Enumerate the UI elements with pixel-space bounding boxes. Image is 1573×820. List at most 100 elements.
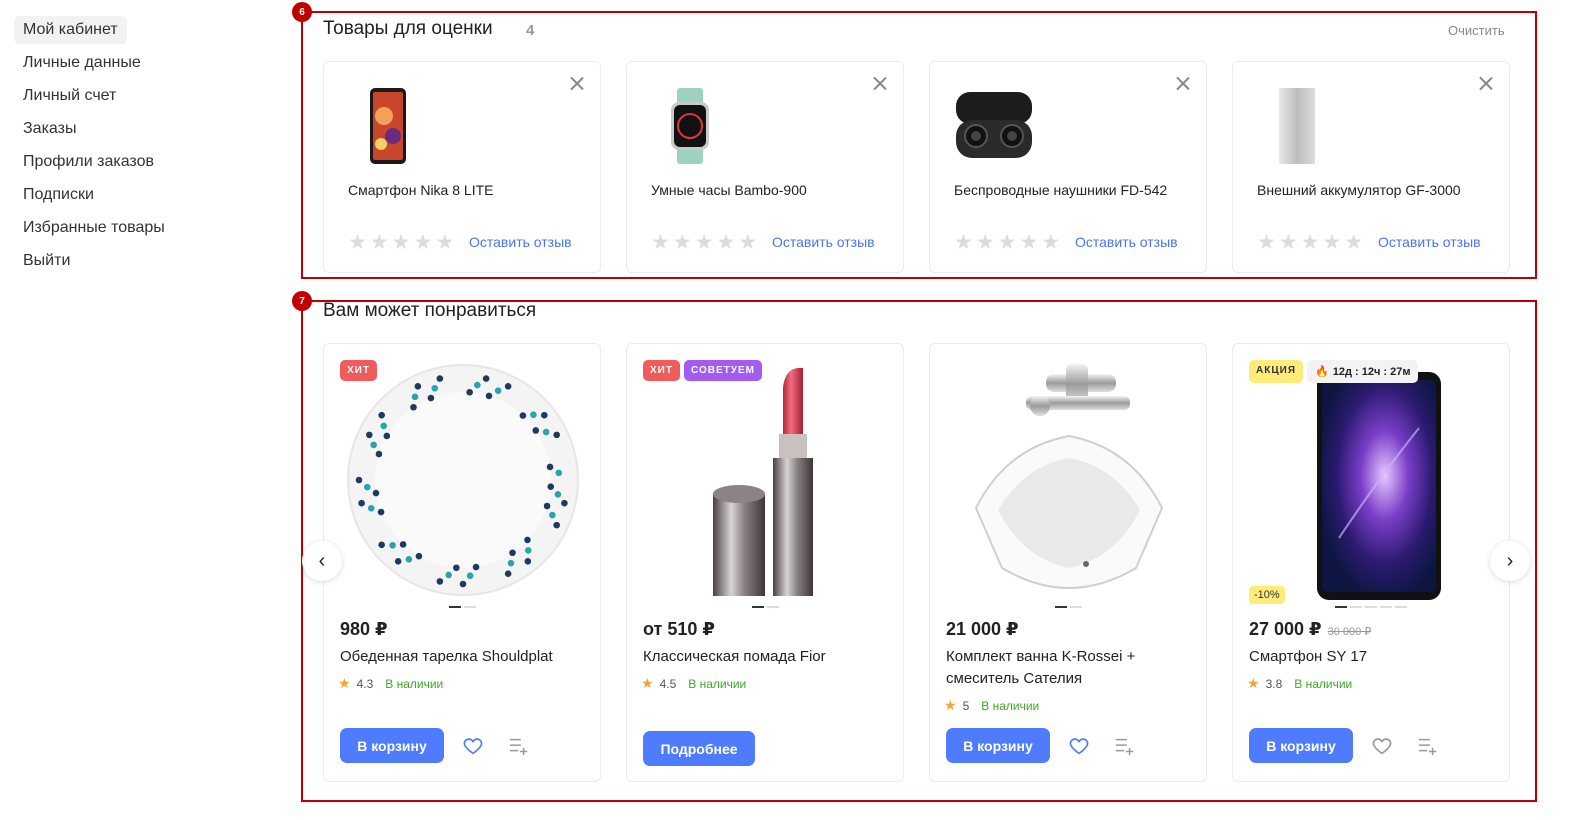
review-product-name: Смартфон Nika 8 LITE [348,182,494,198]
heart-icon[interactable] [1068,735,1090,757]
smartwatch-image [651,86,731,166]
chevron-right-icon: › [1506,549,1514,572]
leave-review-link[interactable]: Оставить отзыв [469,234,572,250]
leave-review-link[interactable]: Оставить отзыв [1075,234,1178,250]
image-pager[interactable] [930,606,1206,608]
recommend-section-title: Вам может понравиться [323,300,537,321]
close-icon[interactable] [1176,76,1190,90]
add-to-cart-button[interactable]: В корзину [340,728,444,763]
product-rating: 4.3 [356,676,374,691]
sidebar-item-logout[interactable]: Выйти [14,247,79,275]
availability-status: В наличии [1294,676,1353,691]
clear-button[interactable]: Очистить [1448,23,1505,38]
review-card: Беспроводные наушники FD-542 ★ ★ ★ ★ ★ Остав… [929,61,1207,273]
star-icon: ★ [338,675,351,691]
add-to-cart-button[interactable]: В корзину [946,728,1050,763]
fire-icon: 🔥 [1315,366,1329,378]
powerbank-image [1257,86,1337,166]
timer-value: 12д : 12ч : 27м [1332,365,1411,378]
carousel-next-button[interactable]: › [1490,541,1530,581]
details-button[interactable]: Подробнее [643,731,755,766]
annotation-badge-7: 7 [292,291,312,311]
heart-icon[interactable] [1371,735,1393,757]
product-price: 21 000 ₽ [946,619,1019,640]
availability-status: В наличии [385,676,444,691]
old-price: 30 000 ₽ [1327,626,1372,638]
sidebar-item-favorites[interactable]: Избранные товары [14,214,174,242]
review-product-name: Внешний аккумулятор GF-3000 [1257,182,1461,198]
product-price: 980 ₽ [340,619,388,640]
sidebar-item-subscriptions[interactable]: Подписки [14,181,103,209]
review-product-name: Беспроводные наушники FD-542 [954,182,1168,198]
discount-badge: -10% [1249,586,1285,604]
sidebar-item-personal-data[interactable]: Личные данные [14,49,150,77]
product-card[interactable]: ХИТ 980 ₽ Обеденная тарелка Shouldplat ★… [323,343,601,782]
chevron-left-icon: ‹ [318,549,326,572]
bathtub-image [946,358,1192,602]
review-product-name: Умные часы Bambo-900 [651,182,807,198]
product-meta: ★ 4.5 В наличии [641,675,746,692]
sidebar-item-order-profiles[interactable]: Профили заказов [14,148,163,176]
rating-stars[interactable]: ★ ★ ★ ★ ★ [348,232,454,253]
rating-stars[interactable]: ★ ★ ★ ★ ★ [1257,232,1363,253]
product-meta: ★ 3.8 В наличии [1247,675,1352,692]
product-meta: ★ 5 В наличии [944,697,1039,714]
leave-review-link[interactable]: Оставить отзыв [1378,234,1481,250]
product-rating: 4.5 [659,676,677,691]
lipstick-image [643,358,889,602]
review-card: Смартфон Nika 8 LITE ★ ★ ★ ★ ★ Оставить отзы… [323,61,601,273]
star-icon: ★ [1247,675,1260,691]
image-pager[interactable] [627,606,903,608]
annotation-badge-6: 6 [292,2,312,22]
star-icon: ★ [641,675,654,691]
review-card: Внешний аккумулятор GF-3000 ★ ★ ★ ★ ★ Остави… [1232,61,1510,273]
sidebar-item-my-account[interactable]: Мой кабинет [14,16,127,44]
earbuds-image [954,86,1034,166]
close-icon[interactable] [1479,76,1493,90]
product-rating: 5 [962,698,970,713]
promo-label: АКЦИЯ [1249,360,1304,383]
smartphone-image [348,86,428,166]
sidebar-item-orders[interactable]: Заказы [14,115,85,143]
compare-icon[interactable] [1114,735,1136,757]
close-icon[interactable] [873,76,887,90]
product-title[interactable]: Обеденная тарелка Shouldplat [340,646,580,668]
product-card[interactable]: 21 000 ₽ Комплект ванна K-Rossei + смеси… [929,343,1207,782]
product-rating: 3.8 [1265,676,1283,691]
product-title[interactable]: Комплект ванна K-Rossei + смеситель Сате… [946,646,1186,690]
price-value: от 510 ₽ [643,619,715,639]
availability-status: В наличии [981,698,1040,713]
product-meta: ★ 4.3 В наличии [338,675,443,692]
price-value: 980 ₽ [340,619,388,639]
plate-image [340,358,586,602]
account-sidebar: Мой кабинет Личные данные Личный счет За… [14,16,264,280]
product-price: от 510 ₽ [643,619,715,640]
product-card[interactable]: ХИТ СОВЕТУЕМ от 510 ₽ Классическая помад… [626,343,904,782]
price-value: 21 000 ₽ [946,619,1019,639]
recommend-label: СОВЕТУЕМ [683,360,762,381]
review-card: Умные часы Bambo-900 ★ ★ ★ ★ ★ Оставить отзы… [626,61,904,273]
product-title[interactable]: Смартфон SY 17 [1249,646,1489,668]
leave-review-link[interactable]: Оставить отзыв [772,234,875,250]
compare-icon[interactable] [508,735,530,757]
promo-timer: 🔥 12д : 12ч : 27м [1307,360,1419,383]
image-pager[interactable] [1233,606,1509,608]
hit-label: ХИТ [643,360,680,381]
sidebar-item-personal-account[interactable]: Личный счет [14,82,125,110]
hit-label: ХИТ [340,360,377,381]
smartphone-image [1249,358,1495,602]
product-card[interactable]: АКЦИЯ 🔥 12д : 12ч : 27м -10% 27 000 ₽ 30 … [1232,343,1510,782]
rating-stars[interactable]: ★ ★ ★ ★ ★ [954,232,1060,253]
review-count: 4 [526,22,535,39]
star-icon: ★ [944,697,957,713]
heart-icon[interactable] [462,735,484,757]
carousel-prev-button[interactable]: ‹ [302,541,342,581]
add-to-cart-button[interactable]: В корзину [1249,728,1353,763]
price-value: 27 000 ₽ [1249,619,1322,639]
rating-stars[interactable]: ★ ★ ★ ★ ★ [651,232,757,253]
close-icon[interactable] [570,76,584,90]
image-pager[interactable] [324,606,600,608]
product-title[interactable]: Классическая помада Fior [643,646,883,668]
compare-icon[interactable] [1417,735,1439,757]
product-price: 27 000 ₽ 30 000 ₽ [1249,619,1371,640]
